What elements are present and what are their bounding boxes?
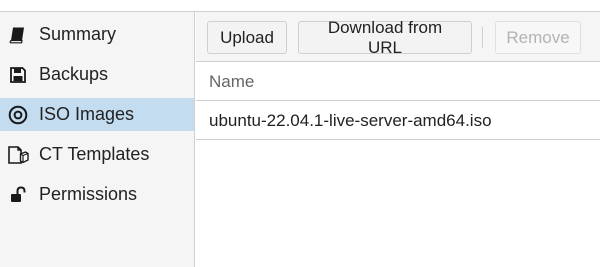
sidebar-item-backups[interactable]: Backups bbox=[0, 58, 194, 91]
table-row[interactable]: ubuntu-22.04.1-live-server-amd64.iso bbox=[196, 102, 600, 140]
sidebar-item-label: Backups bbox=[39, 64, 109, 84]
disc-icon bbox=[7, 104, 29, 126]
upload-button[interactable]: Upload bbox=[207, 21, 287, 54]
column-header-label: Name bbox=[209, 71, 255, 91]
sidebar-item-label: CT Templates bbox=[39, 144, 150, 164]
main-content: Upload Download from URL Remove Name ubu… bbox=[196, 12, 600, 267]
column-header-name[interactable]: Name bbox=[196, 63, 600, 101]
sidebar-item-iso-images[interactable]: ISO Images bbox=[0, 98, 194, 131]
unlock-icon bbox=[7, 184, 29, 206]
sidebar-item-summary[interactable]: Summary bbox=[0, 18, 194, 51]
iso-file-name: ubuntu-22.04.1-live-server-amd64.iso bbox=[209, 110, 492, 130]
sidebar-item-label: Permissions bbox=[39, 184, 138, 204]
floppy-disk-icon bbox=[7, 64, 29, 86]
sidebar-item-label: ISO Images bbox=[39, 104, 135, 124]
sidebar: Summary Backups ISO Images CT Templates … bbox=[0, 12, 195, 267]
book-icon bbox=[7, 24, 29, 46]
toolbar: Upload Download from URL Remove bbox=[196, 12, 600, 62]
container-template-icon bbox=[7, 144, 29, 166]
toolbar-separator bbox=[482, 27, 483, 48]
sidebar-item-permissions[interactable]: Permissions bbox=[0, 178, 194, 211]
storage-content-panel: Summary Backups ISO Images CT Templates … bbox=[0, 0, 600, 267]
download-from-url-button[interactable]: Download from URL bbox=[298, 18, 472, 57]
sidebar-item-label: Summary bbox=[39, 24, 117, 44]
remove-button[interactable]: Remove bbox=[495, 21, 581, 54]
sidebar-item-ct-templates[interactable]: CT Templates bbox=[0, 138, 194, 171]
